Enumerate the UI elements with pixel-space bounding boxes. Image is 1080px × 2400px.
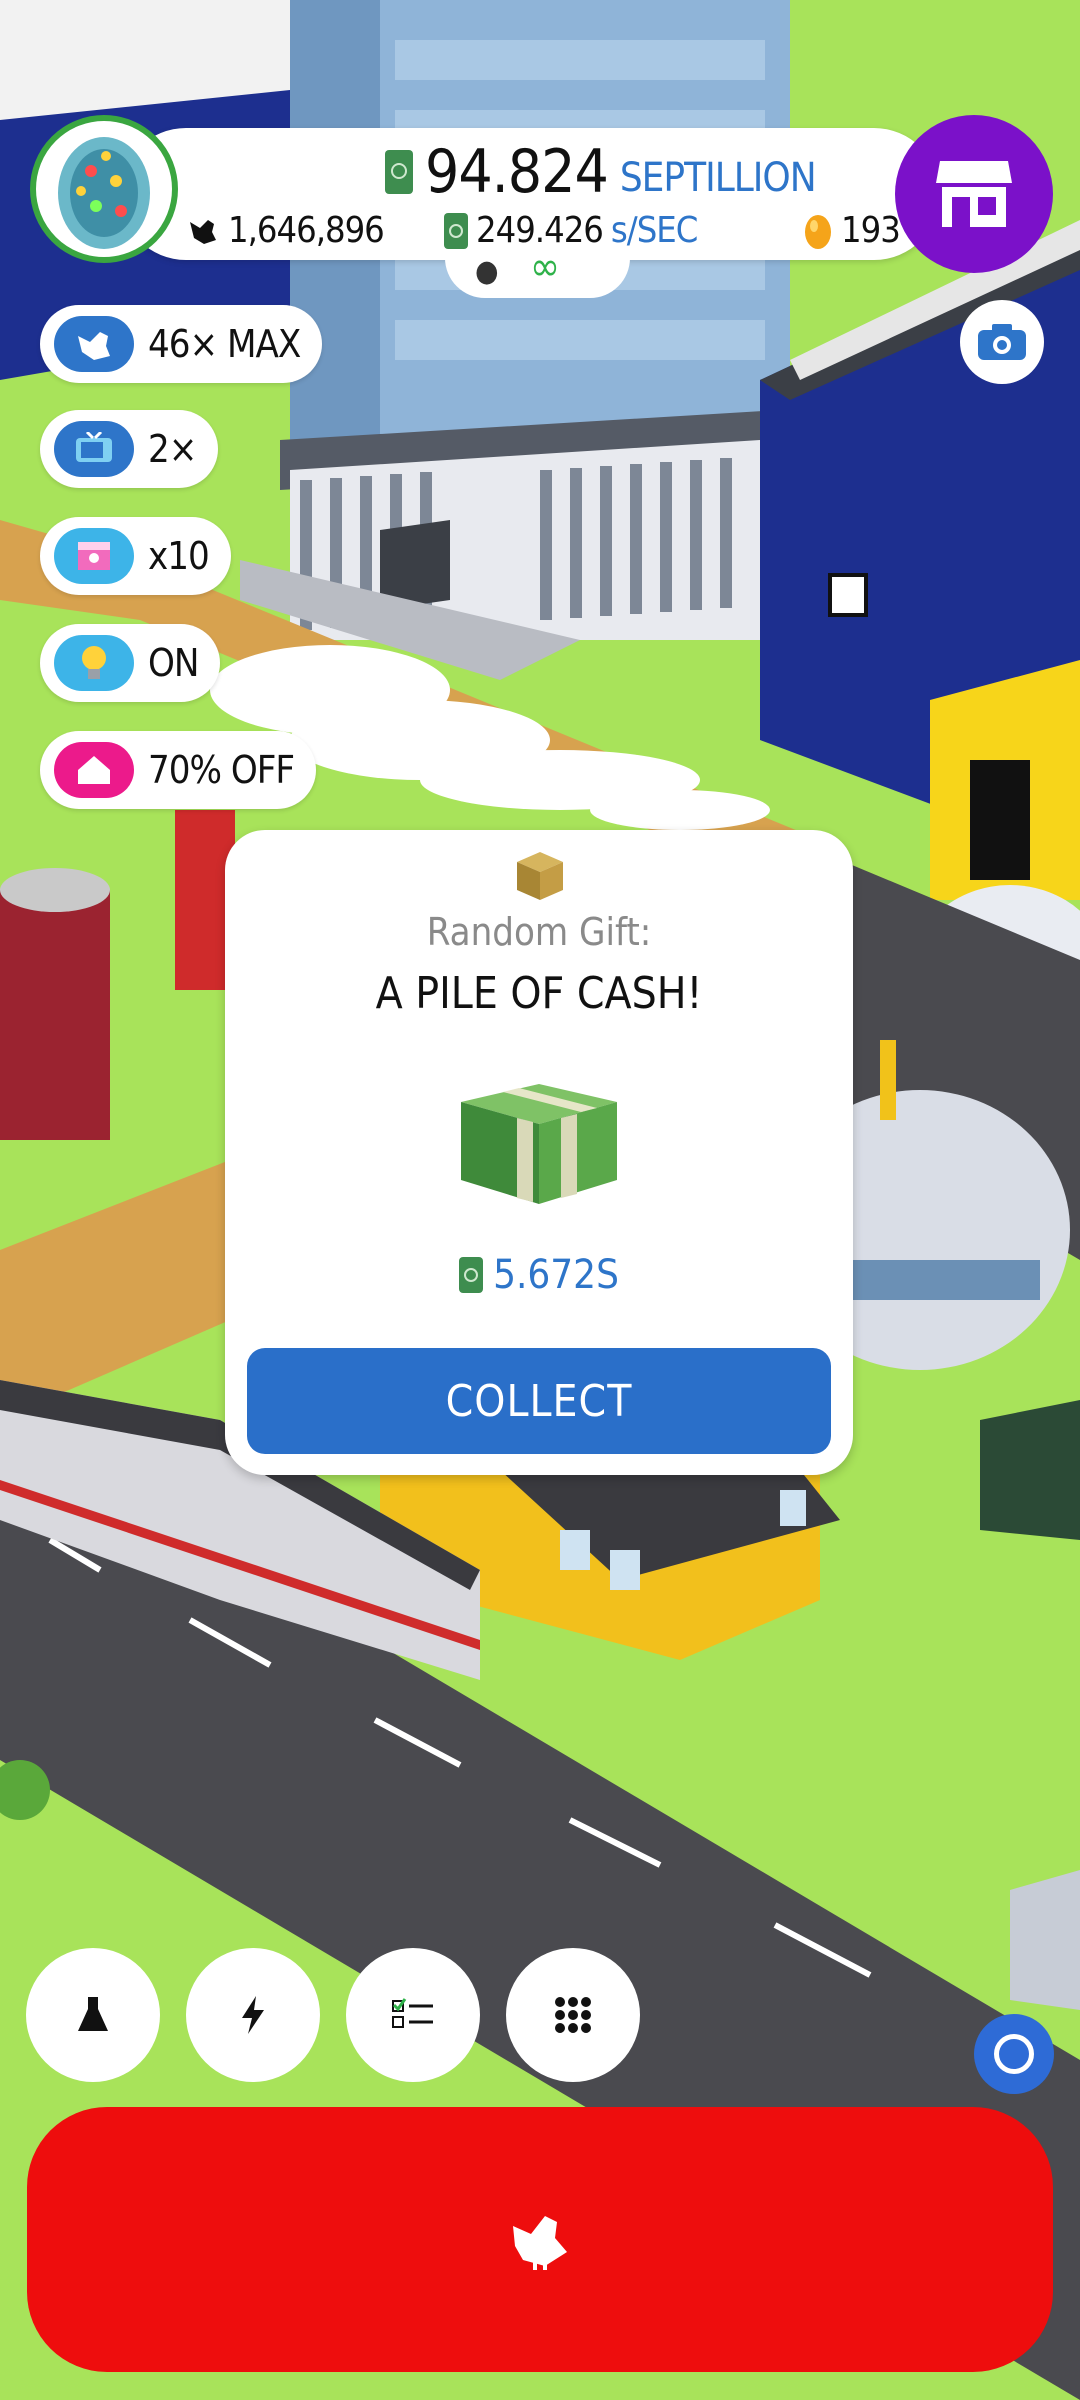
- chicken-count-value: 1,646,896: [228, 210, 385, 251]
- gift-amount-value: 5.672S: [493, 1252, 619, 1298]
- research-icon: [78, 1997, 108, 2031]
- boost-video-multiplier[interactable]: 2×: [40, 410, 219, 488]
- lightning-icon: [242, 1996, 264, 2034]
- overlay-circle-button[interactable]: [974, 2014, 1054, 2094]
- ring-icon: [994, 2034, 1034, 2074]
- tv-icon: [54, 421, 134, 477]
- lightbulb-icon: [54, 635, 134, 691]
- cash-icon: [444, 212, 468, 249]
- income-rate-unit: s/SEC: [610, 210, 698, 251]
- collect-button[interactable]: COLLECT: [247, 1348, 831, 1454]
- checklist-icon: [392, 1998, 433, 2028]
- menu-grid-icon: [555, 1997, 591, 2033]
- chicken-silhouette-icon: ●: [475, 254, 499, 289]
- camera-icon: [978, 324, 1026, 360]
- shop-button[interactable]: [895, 115, 1053, 273]
- camera-button[interactable]: [960, 300, 1044, 384]
- house-icon: [54, 742, 134, 798]
- golden-egg-icon: [805, 214, 831, 249]
- avatar[interactable]: [30, 115, 178, 263]
- gift-box-icon: [517, 852, 563, 900]
- box-icon: [54, 528, 134, 584]
- chicken-icon: [513, 2215, 567, 2270]
- missions-button[interactable]: [346, 1948, 480, 2082]
- boost-label: x10: [148, 534, 210, 578]
- gift-amount: 5.672S: [225, 1252, 853, 1298]
- chicken-count: 1,646,896: [186, 210, 385, 251]
- cash-pile-icon: [461, 1084, 617, 1204]
- income-rate: 249.426 s/SEC: [444, 210, 698, 251]
- gift-dialog: Random Gift: A PILE OF CASH! 5.672S COLL…: [225, 830, 853, 1475]
- hatch-chicken-button[interactable]: [27, 2107, 1053, 2372]
- income-rate-value: 249.426: [476, 210, 604, 251]
- boost-label: 70% OFF: [148, 748, 295, 792]
- boosts-button[interactable]: [186, 1948, 320, 2082]
- cash-icon: [385, 150, 413, 194]
- cash-total: 94.824 SEPTILLION: [385, 137, 817, 207]
- boost-box-multiplier[interactable]: x10: [40, 517, 231, 595]
- golden-egg-value: 193: [841, 210, 901, 251]
- boost-label: ON: [148, 641, 199, 685]
- cash-unit: SEPTILLION: [619, 155, 817, 201]
- boost-label: 46× MAX: [148, 322, 301, 366]
- chicken-icon: [190, 219, 216, 244]
- gift-name: A PILE OF CASH!: [375, 968, 703, 1019]
- egg-avatar-icon: [58, 137, 150, 249]
- menu-button[interactable]: [506, 1948, 640, 2082]
- boost-research[interactable]: ON: [40, 624, 221, 702]
- golden-egg-count[interactable]: 193: [803, 210, 901, 251]
- shop-icon: [936, 161, 1012, 227]
- cash-icon: [459, 1257, 484, 1293]
- boost-hab-discount[interactable]: 70% OFF: [40, 731, 317, 809]
- gift-label: Random Gift:: [426, 910, 652, 954]
- boost-chicken-cap[interactable]: 46× MAX: [40, 305, 323, 383]
- boost-label: 2×: [148, 427, 197, 471]
- research-button[interactable]: [26, 1948, 160, 2082]
- cash-amount: 94.824: [425, 137, 609, 207]
- chicken-icon: [54, 316, 134, 372]
